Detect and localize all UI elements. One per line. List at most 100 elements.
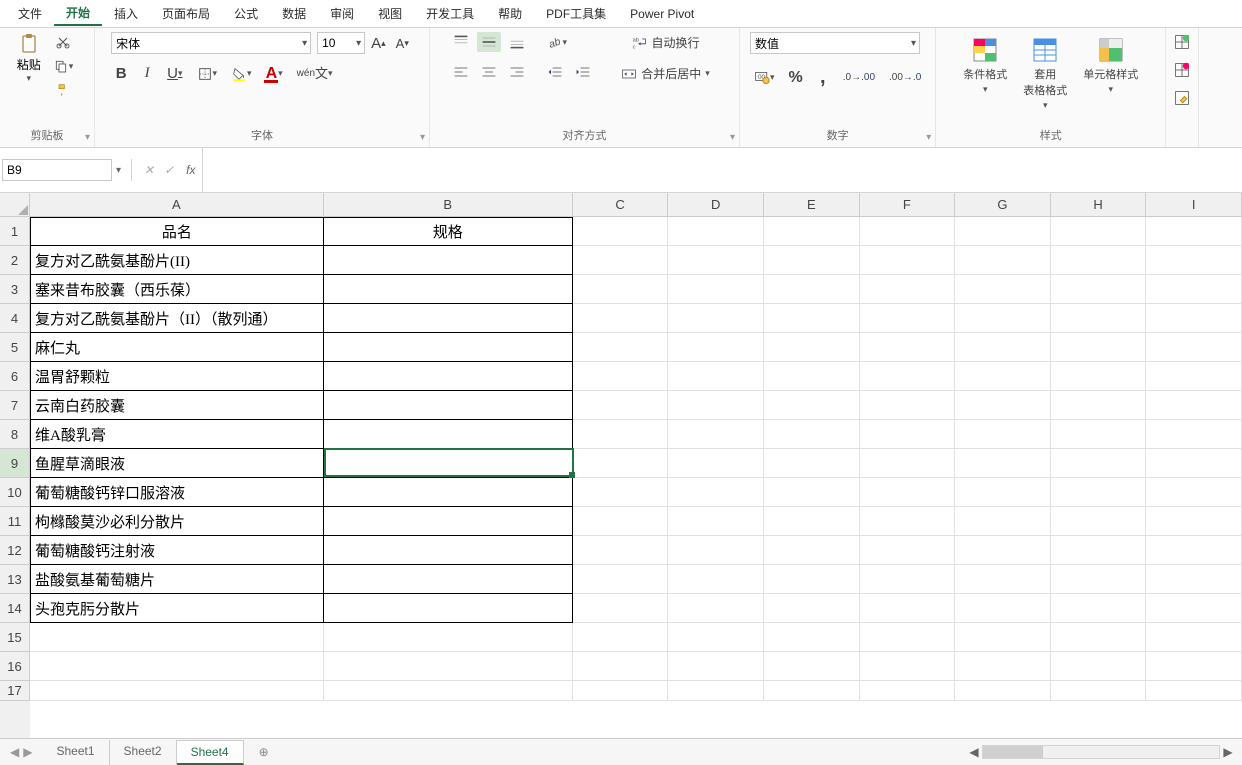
cut-button[interactable] [49,32,78,52]
cell-E13[interactable] [764,565,860,594]
border-button[interactable]: ▾ [193,64,222,84]
cell-D2[interactable] [668,246,764,275]
sheet-tab-Sheet2[interactable]: Sheet2 [110,740,177,765]
accounting-format-button[interactable]: 00▾ [750,68,779,88]
cell-C12[interactable] [573,536,669,565]
clipboard-dialog-launcher[interactable]: ▾ [85,132,90,143]
cell-C10[interactable] [573,478,669,507]
cancel-formula-icon[interactable]: ✕ [144,163,154,177]
cell-I13[interactable] [1146,565,1242,594]
cell-C11[interactable] [573,507,669,536]
cell-C9[interactable] [573,449,669,478]
cell-B14[interactable] [324,594,573,623]
cell-B16[interactable] [324,652,573,681]
font-size-select[interactable] [317,32,365,54]
cell-I12[interactable] [1146,536,1242,565]
cell-F9[interactable] [860,449,956,478]
cell-F5[interactable] [860,333,956,362]
align-left-button[interactable] [449,62,473,82]
cell-H17[interactable] [1051,681,1147,701]
cell-B2[interactable] [324,246,573,275]
cell-B13[interactable] [324,565,573,594]
cell-E14[interactable] [764,594,860,623]
row-header-3[interactable]: 3 [0,275,30,304]
number-dialog-launcher[interactable]: ▾ [926,132,931,143]
row-header-6[interactable]: 6 [0,362,30,391]
number-format-select[interactable] [750,32,920,54]
cell-E11[interactable] [764,507,860,536]
cell-I6[interactable] [1146,362,1242,391]
row-header-12[interactable]: 12 [0,536,30,565]
cell-B6[interactable] [324,362,573,391]
cell-D8[interactable] [668,420,764,449]
col-header-F[interactable]: F [860,193,956,216]
cell-C7[interactable] [573,391,669,420]
cell-I2[interactable] [1146,246,1242,275]
cell-I11[interactable] [1146,507,1242,536]
format-as-table-button[interactable]: 套用 表格格式 ▾ [1019,32,1071,111]
cell-H15[interactable] [1051,623,1147,652]
col-header-I[interactable]: I [1146,193,1242,216]
menu-视图[interactable]: 视图 [366,2,414,25]
cell-G9[interactable] [955,449,1051,478]
decrease-font-button[interactable]: A▾ [392,33,413,53]
cell-B17[interactable] [324,681,573,701]
cell-H8[interactable] [1051,420,1147,449]
cell-E16[interactable] [764,652,860,681]
cell-B9[interactable] [324,449,573,478]
cell-A6[interactable]: 温胃舒颗粒 [30,362,324,391]
cell-G13[interactable] [955,565,1051,594]
cell-A13[interactable]: 盐酸氨基葡萄糖片 [30,565,324,594]
cell-F11[interactable] [860,507,956,536]
cell-E2[interactable] [764,246,860,275]
cell-B8[interactable] [324,420,573,449]
cell-E6[interactable] [764,362,860,391]
col-header-A[interactable]: A [30,193,324,216]
cell-D16[interactable] [668,652,764,681]
new-sheet-button[interactable]: ⊕ [254,742,274,762]
cell-C15[interactable] [573,623,669,652]
cell-F8[interactable] [860,420,956,449]
cell-grid[interactable]: 品名规格复方对乙酰氨基酚片(II)塞来昔布胶囊（西乐葆）复方对乙酰氨基酚片（II… [30,217,1242,738]
delete-cells-icon[interactable] [1170,60,1194,80]
cell-A14[interactable]: 头孢克肟分散片 [30,594,324,623]
cell-styles-button[interactable]: 单元格样式 ▾ [1079,32,1142,95]
cell-D13[interactable] [668,565,764,594]
cell-A2[interactable]: 复方对乙酰氨基酚片(II) [30,246,324,275]
cell-G6[interactable] [955,362,1051,391]
row-header-4[interactable]: 4 [0,304,30,333]
merge-center-button[interactable]: 合并后居中 ▾ [611,63,721,84]
menu-Power Pivot[interactable]: Power Pivot [618,4,706,24]
cell-B12[interactable] [324,536,573,565]
font-dialog-launcher[interactable]: ▾ [420,132,425,143]
cell-F3[interactable] [860,275,956,304]
menu-审阅[interactable]: 审阅 [318,2,366,25]
cell-E15[interactable] [764,623,860,652]
cell-B4[interactable] [324,304,573,333]
cell-E5[interactable] [764,333,860,362]
cell-I4[interactable] [1146,304,1242,333]
menu-文件[interactable]: 文件 [6,2,54,25]
alignment-dialog-launcher[interactable]: ▾ [730,132,735,143]
cell-E7[interactable] [764,391,860,420]
cell-F17[interactable] [860,681,956,701]
cell-D11[interactable] [668,507,764,536]
paste-button[interactable]: 粘贴 ▾ [17,32,41,84]
bold-button[interactable]: B [111,63,131,84]
cell-D17[interactable] [668,681,764,701]
format-cells-icon[interactable] [1170,88,1194,108]
cell-F7[interactable] [860,391,956,420]
cell-D14[interactable] [668,594,764,623]
menu-开发工具[interactable]: 开发工具 [414,2,486,25]
insert-cells-icon[interactable] [1170,32,1194,52]
sheet-tab-Sheet1[interactable]: Sheet1 [42,740,109,765]
cell-H6[interactable] [1051,362,1147,391]
col-header-G[interactable]: G [955,193,1051,216]
cell-C16[interactable] [573,652,669,681]
increase-decimal-button[interactable]: .0→.00 [839,68,879,88]
cell-E8[interactable] [764,420,860,449]
tab-nav-next[interactable]: ▶ [23,745,32,759]
cell-A5[interactable]: 麻仁丸 [30,333,324,362]
cell-F14[interactable] [860,594,956,623]
cell-C14[interactable] [573,594,669,623]
